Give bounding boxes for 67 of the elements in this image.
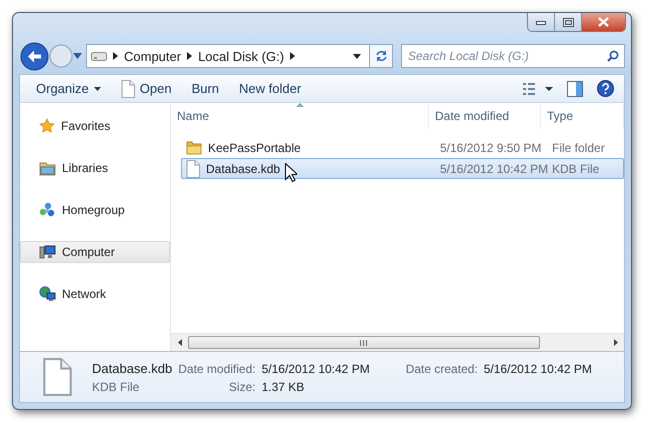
file-row[interactable]: Database.kdb 5/16/2012 10:42 PM KDB File bbox=[181, 158, 624, 179]
maximize-icon bbox=[562, 18, 574, 26]
column-header[interactable]: Type bbox=[541, 103, 624, 129]
maximize-button[interactable] bbox=[555, 13, 582, 31]
detail-label: Date modified: bbox=[178, 362, 256, 376]
history-dropdown-icon[interactable] bbox=[73, 53, 82, 59]
sidebar-item[interactable]: Favorites bbox=[20, 115, 170, 137]
back-button[interactable] bbox=[20, 42, 49, 70]
search-field[interactable]: Search Local Disk (G:) bbox=[401, 44, 625, 68]
sort-arrow-icon bbox=[296, 103, 304, 107]
detail-value: 1.37 KB bbox=[262, 380, 306, 394]
file-thumbnail-icon bbox=[42, 358, 72, 396]
detail-label: Size: bbox=[228, 380, 256, 394]
breadcrumb[interactable]: Computer bbox=[124, 48, 182, 64]
detail-label: Date created: bbox=[406, 362, 478, 376]
drive-icon bbox=[91, 52, 107, 60]
sidebar-item[interactable]: Libraries bbox=[20, 157, 170, 179]
sidebar-item[interactable]: Homegroup bbox=[20, 199, 170, 221]
network-icon bbox=[39, 286, 56, 302]
date-cell: 5/16/2012 9:50 PM bbox=[440, 140, 542, 154]
dropdown-icon[interactable] bbox=[353, 54, 361, 58]
chevron-icon bbox=[290, 52, 296, 60]
view-options-icon[interactable] bbox=[523, 82, 553, 94]
sidebar-item[interactable]: Computer bbox=[20, 241, 170, 263]
folder-icon bbox=[186, 140, 202, 155]
column-header[interactable]: Date modified bbox=[429, 103, 541, 129]
caret-icon bbox=[94, 86, 101, 90]
type-cell: KDB File bbox=[552, 162, 600, 176]
computer-icon bbox=[39, 244, 56, 260]
refresh-button[interactable] bbox=[370, 44, 393, 68]
scroll-thumb[interactable] bbox=[188, 336, 540, 349]
address-bar[interactable]: Computer Local Disk (G:) bbox=[86, 44, 370, 68]
detail-value: 5/16/2012 10:42 PM bbox=[262, 362, 371, 376]
close-button[interactable] bbox=[582, 13, 625, 31]
detail-value: 5/16/2012 10:42 PM bbox=[484, 362, 593, 376]
star-icon bbox=[39, 118, 55, 134]
file-type: KDB File bbox=[92, 380, 140, 394]
file-name: Database.kdb bbox=[92, 360, 172, 376]
toolbar-button[interactable]: Open bbox=[114, 76, 186, 100]
file-icon bbox=[120, 80, 135, 98]
name-cell: Database.kdb bbox=[182, 160, 280, 178]
close-icon bbox=[598, 17, 609, 27]
preview-pane-icon[interactable] bbox=[567, 80, 583, 96]
file-row[interactable]: KeePassPortable 5/16/2012 9:50 PM File folder bbox=[181, 137, 624, 158]
chevron-icon bbox=[187, 52, 192, 60]
toolbar-button[interactable]: Burn bbox=[186, 78, 234, 99]
date-cell: 5/16/2012 10:42 PM bbox=[440, 162, 548, 176]
scroll-left-icon[interactable] bbox=[178, 339, 182, 346]
homegroup-icon bbox=[39, 202, 56, 218]
breadcrumb[interactable]: Local Disk (G:) bbox=[198, 48, 284, 64]
help-icon[interactable] bbox=[597, 80, 614, 97]
minimize-button[interactable] bbox=[528, 13, 555, 31]
search-icon bbox=[607, 50, 619, 62]
library-icon bbox=[39, 160, 56, 176]
toolbar-button[interactable]: New folder bbox=[233, 78, 316, 99]
chevron-icon bbox=[113, 52, 118, 60]
file-icon bbox=[186, 160, 200, 178]
type-cell: File folder bbox=[552, 140, 605, 154]
mouse-pointer-icon bbox=[285, 163, 297, 182]
sidebar-item[interactable]: Network bbox=[20, 283, 170, 305]
column-header[interactable]: Name bbox=[171, 103, 429, 129]
scroll-right-icon[interactable] bbox=[614, 339, 618, 346]
refresh-icon bbox=[374, 50, 388, 62]
horizontal-scrollbar[interactable] bbox=[171, 333, 624, 351]
name-cell: KeePassPortable bbox=[182, 140, 301, 155]
toolbar-button[interactable]: Organize bbox=[30, 78, 115, 99]
minimize-icon bbox=[536, 19, 546, 25]
